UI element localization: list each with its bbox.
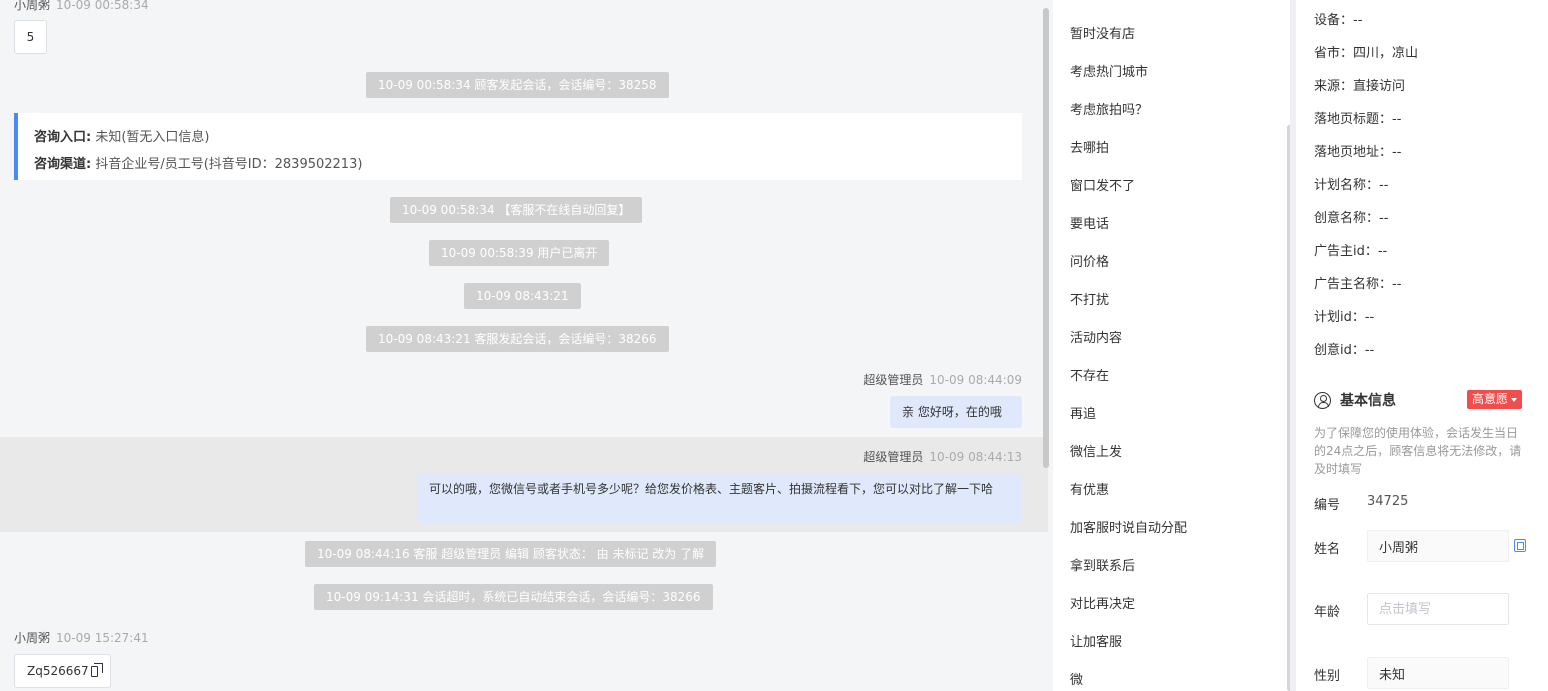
name-value: 小周粥 bbox=[1379, 540, 1419, 556]
message-time: 10-09 08:44:13 bbox=[929, 450, 1022, 464]
gender-select[interactable]: 未知 bbox=[1367, 657, 1509, 689]
gender-value: 未知 bbox=[1379, 667, 1406, 683]
info-landing-title: 落地页标题：-- bbox=[1314, 112, 1402, 127]
system-message: 10-09 00:58:34 【客服不在线自动回复】 bbox=[390, 197, 643, 223]
message-time: 10-09 00:58:34 bbox=[56, 0, 149, 12]
quick-reply-item[interactable]: 让加客服 bbox=[1070, 631, 1122, 650]
message-sender: 小周粥 10-09 15:27:41 bbox=[14, 629, 149, 646]
sender-name: 小周粥 bbox=[14, 0, 51, 12]
sender-name: 超级管理员 bbox=[863, 373, 924, 387]
quick-reply-item[interactable]: 要电话 bbox=[1070, 213, 1109, 232]
system-message: 10-09 08:43:21 客服发起会话，会话编号：38266 bbox=[366, 326, 669, 352]
quick-reply-panel: 暂时没有店 考虑热门城市 考虑旅拍吗？ 去哪拍 窗口发不了 要电话 问价格 不打… bbox=[1053, 0, 1294, 691]
system-message: 10-09 00:58:39 用户已离开 bbox=[429, 240, 610, 266]
message-sender: 小周粥 10-09 00:58:34 bbox=[14, 0, 149, 13]
info-device: 设备：-- bbox=[1314, 13, 1363, 28]
quick-reply-item[interactable]: 考虑热门城市 bbox=[1070, 61, 1148, 80]
quick-reply-item[interactable]: 有优惠 bbox=[1070, 479, 1109, 498]
info-creative-id: 创意id：-- bbox=[1314, 343, 1375, 358]
info-source: 来源：直接访问 bbox=[1314, 79, 1406, 94]
system-message: 10-09 09:14:31 会话超时，系统已自动结束会话，会话编号：38266 bbox=[314, 584, 713, 610]
chat-panel: 小周粥 10-09 00:58:34 5 10-09 00:58:34 顾客发起会… bbox=[0, 0, 1053, 691]
quick-reply-item[interactable]: 加客服时说自动分配 bbox=[1070, 517, 1187, 536]
age-input[interactable] bbox=[1367, 593, 1509, 625]
message-time: 10-09 15:27:41 bbox=[56, 631, 149, 645]
intent-tag-dropdown[interactable]: 高意愿 bbox=[1467, 390, 1523, 409]
copy-icon[interactable] bbox=[90, 662, 104, 677]
message-text: Zq526667 bbox=[27, 664, 89, 678]
customer-message: 5 bbox=[14, 20, 47, 54]
info-creative-name: 创意名称：-- bbox=[1314, 211, 1389, 226]
quick-reply-item[interactable]: 不打扰 bbox=[1070, 289, 1109, 308]
system-message: 10-09 08:43:21 bbox=[464, 283, 581, 309]
info-advertiser-id: 广告主id：-- bbox=[1314, 244, 1388, 259]
copy-name-icon[interactable] bbox=[1514, 539, 1526, 552]
quick-reply-item[interactable]: 微信上发 bbox=[1070, 441, 1122, 460]
quick-reply-item[interactable]: 拿到联系后 bbox=[1070, 555, 1135, 574]
info-plan-name: 计划名称：-- bbox=[1314, 178, 1389, 193]
quick-reply-item[interactable]: 再追 bbox=[1070, 403, 1096, 422]
agent-message: 可以的哦，您微信号或者手机号多少呢？给您发价格表、主题客片、拍摄流程看下，您可以… bbox=[417, 473, 1022, 523]
intent-tag-label: 高意愿 bbox=[1472, 392, 1509, 406]
quick-reply-item[interactable]: 去哪拍 bbox=[1070, 137, 1109, 156]
message-time: 10-09 08:44:09 bbox=[929, 373, 1022, 387]
consult-info-card: 咨询入口: 未知(暂无入口信息) 咨询渠道: 抖音企业号/员工号(抖音号ID：2… bbox=[14, 113, 1022, 180]
name-label: 姓名 bbox=[1314, 542, 1341, 557]
info-landing-url: 落地页地址：-- bbox=[1314, 145, 1402, 160]
quick-reply-item[interactable]: 暂时没有店 bbox=[1070, 23, 1135, 42]
info-advertiser-name: 广告主名称：-- bbox=[1314, 277, 1402, 292]
entry-value: 未知(暂无入口信息) bbox=[95, 130, 210, 145]
message-sender: 超级管理员 10-09 08:44:09 bbox=[863, 371, 1022, 388]
quick-reply-item[interactable]: 活动内容 bbox=[1070, 327, 1122, 346]
channel-value: 抖音企业号/员工号(抖音号ID：2839502213) bbox=[95, 157, 363, 172]
system-message: 10-09 00:58:34 顾客发起会话，会话编号：38258 bbox=[366, 72, 669, 98]
quick-reply-item[interactable]: 不存在 bbox=[1070, 365, 1109, 384]
name-field[interactable]: 小周粥 bbox=[1367, 530, 1509, 562]
message-sender: 超级管理员 10-09 08:44:13 bbox=[863, 448, 1022, 465]
basic-info-label: 基本信息 bbox=[1340, 393, 1396, 409]
chat-scrollbar[interactable] bbox=[1043, 8, 1049, 468]
customer-info-panel: 设备：-- 省市：四川，凉山 来源：直接访问 落地页标题：-- 落地页地址：--… bbox=[1296, 0, 1548, 691]
quick-reply-item[interactable]: 问价格 bbox=[1070, 251, 1109, 270]
user-icon bbox=[1314, 391, 1331, 409]
basic-info-title: 基本信息 bbox=[1314, 390, 1396, 410]
sender-name: 超级管理员 bbox=[863, 450, 924, 464]
channel-label: 咨询渠道: bbox=[34, 157, 92, 172]
info-province-city: 省市：四川，凉山 bbox=[1314, 46, 1419, 61]
system-message: 10-09 08:44:16 客服 超级管理员 编辑 顾客状态： 由 未标记 改… bbox=[305, 541, 717, 567]
info-plan-id: 计划id：-- bbox=[1314, 310, 1375, 325]
id-value: 34725 bbox=[1367, 494, 1409, 509]
quick-reply-item[interactable]: 窗口发不了 bbox=[1070, 175, 1135, 194]
caret-down-icon bbox=[1511, 397, 1518, 402]
quick-reply-item[interactable]: 考虑旅拍吗？ bbox=[1070, 99, 1148, 118]
id-label: 编号 bbox=[1314, 498, 1341, 513]
age-label: 年龄 bbox=[1314, 605, 1341, 620]
edit-notice: 为了保障您的使用体验，会话发生当日的24点之后，顾客信息将无法修改，请及时填写 bbox=[1314, 426, 1522, 476]
quick-reply-item[interactable]: 微 bbox=[1070, 669, 1083, 688]
sender-name: 小周粥 bbox=[14, 631, 51, 645]
quick-reply-item[interactable]: 对比再决定 bbox=[1070, 593, 1135, 612]
gender-label: 性别 bbox=[1314, 669, 1341, 684]
agent-message: 亲 您好呀，在的哦 bbox=[890, 396, 1022, 428]
customer-message: Zq526667 bbox=[14, 654, 111, 688]
entry-label: 咨询入口: bbox=[34, 130, 92, 145]
